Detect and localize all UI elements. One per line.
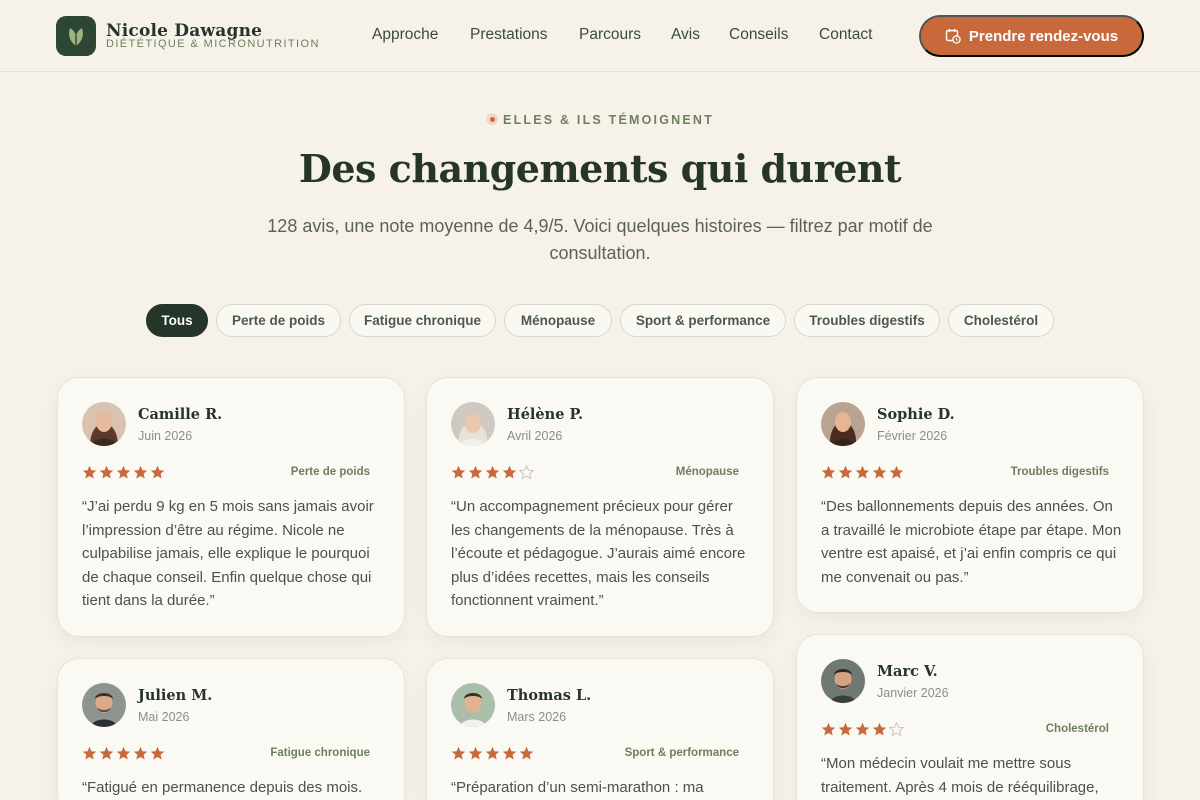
avatar [451,402,495,446]
star-filled-icon [838,722,853,736]
filter-chip-fatigue-chronique[interactable]: Fatigue chronique [349,304,496,337]
review-card: Sophie D. Février 2026 Troubles digestif… [796,377,1144,613]
reviewer-name: Camille R. [138,406,223,423]
review-tag: Cholestérol [1045,723,1109,735]
section-title: Des changements qui durent [298,146,902,191]
star-filled-icon [116,746,131,760]
leaf-icon [69,28,83,46]
book-appointment-label: Prendre rendez-vous [968,27,1119,45]
filter-chip-perte-de-poids[interactable]: Perte de poids [216,304,341,337]
star-filled-icon [872,722,887,736]
avatar [451,683,495,727]
section-subtitle: 128 avis, une note moyenne de 4,9/5. Voi… [267,216,933,263]
review-text: “Des ballonnements depuis des années. On… [821,498,1122,586]
reviewer-name: Sophie D. [877,406,955,423]
review-text: “Mon médecin voulait me mettre sous trai… [821,755,1099,796]
star-rating [451,465,534,480]
review-date: Janvier 2026 [877,686,949,700]
nav-item-approche[interactable]: Approche [372,26,438,44]
star-filled-icon [82,746,97,760]
avatar [82,402,126,446]
review-date: Juin 2026 [138,429,193,443]
nav-item-parcours[interactable]: Parcours [579,26,641,44]
star-filled-icon [99,746,114,760]
review-date: Mars 2026 [507,710,567,724]
review-date: Mai 2026 [138,710,190,724]
star-filled-icon [468,746,483,760]
star-rating [821,722,904,737]
avatar [821,402,865,446]
star-rating [82,465,165,480]
star-filled-icon [872,465,887,479]
filter-chip-troubles-digestifs[interactable]: Troubles digestifs [794,304,940,337]
review-date: Février 2026 [877,429,948,443]
star-filled-icon [99,465,114,479]
star-filled-icon [150,746,165,760]
reviewer-name: Hélène P. [507,406,584,423]
filter-chip-menopause[interactable]: Ménopause [504,304,612,337]
star-filled-icon [451,746,466,760]
review-card: Marc V. Janvier 2026 Cholestérol “Mon mé… [796,634,1144,800]
filter-chip-cholesterol[interactable]: Cholestérol [948,304,1054,337]
nav-item-conseils[interactable]: Conseils [729,26,788,44]
star-filled-icon [150,465,165,479]
star-filled-icon [838,465,853,479]
filter-chips: Tous Perte de poids Fatigue chronique Mé… [0,304,1200,338]
review-tag: Perte de poids [290,466,370,478]
star-filled-icon [451,465,466,479]
nav-item-contact[interactable]: Contact [819,26,872,44]
nav-item-avis[interactable]: Avis [671,26,700,44]
star-rating [451,746,534,761]
star-filled-icon [889,465,904,479]
review-text: “J’ai perdu 9 kg en 5 mois sans jamais a… [82,498,374,610]
review-card: Thomas L. Mars 2026 Sport & performance … [426,658,774,800]
review-tag: Fatigue chronique [270,747,370,759]
brand-tagline: DIÉTÉTIQUE & MICRONUTRITION [106,38,320,50]
book-appointment-button[interactable]: Prendre rendez-vous [919,15,1144,57]
dot-icon [486,113,499,125]
star-filled-icon [133,746,148,760]
star-rating [82,746,165,761]
review-text: “Un accompagnement précieux pour gérer l… [451,498,746,610]
site-header: Nicole Dawagne DIÉTÉTIQUE & MICRONUTRITI… [0,0,1200,72]
star-filled-icon [855,465,870,479]
review-text: “Préparation d’un semi-marathon : ma [451,779,704,796]
reviewer-name: Thomas L. [507,687,592,704]
star-filled-icon [855,722,870,736]
star-empty-icon [519,465,534,480]
star-filled-icon [116,465,131,479]
star-filled-icon [468,465,483,479]
star-filled-icon [502,465,517,479]
nav-item-prestations[interactable]: Prestations [470,26,548,44]
avatar [82,683,126,727]
star-filled-icon [485,746,500,760]
filter-chip-sport-performance[interactable]: Sport & performance [620,304,786,337]
reviewer-name: Marc V. [877,663,938,680]
star-rating [821,465,904,480]
star-filled-icon [519,746,534,760]
star-filled-icon [821,722,836,736]
star-filled-icon [133,465,148,479]
review-tag: Ménopause [675,466,739,478]
star-filled-icon [485,465,500,479]
star-empty-icon [889,722,904,737]
calendar-clock-icon [945,29,961,44]
eyebrow-text: ELLES & ILS TÉMOIGNENT [503,113,714,127]
review-tag: Troubles digestifs [1010,466,1109,478]
brand-logo[interactable] [56,16,96,56]
reviewer-name: Julien M. [138,687,213,704]
avatar [821,659,865,703]
review-card: Hélène P. Avril 2026 Ménopause “Un accom… [426,377,774,637]
review-card: Camille R. Juin 2026 Perte de poids “J’a… [57,377,405,637]
review-text: “Fatigué en permanence depuis des mois. [82,779,363,796]
review-card: Julien M. Mai 2026 Fatigue chronique “Fa… [57,658,405,800]
review-date: Avril 2026 [507,429,563,443]
star-filled-icon [821,465,836,479]
section-eyebrow: ELLES & ILS TÉMOIGNENT [0,113,1200,127]
star-filled-icon [82,465,97,479]
star-filled-icon [502,746,517,760]
filter-chip-tous[interactable]: Tous [146,304,208,337]
review-tag: Sport & performance [624,747,739,759]
